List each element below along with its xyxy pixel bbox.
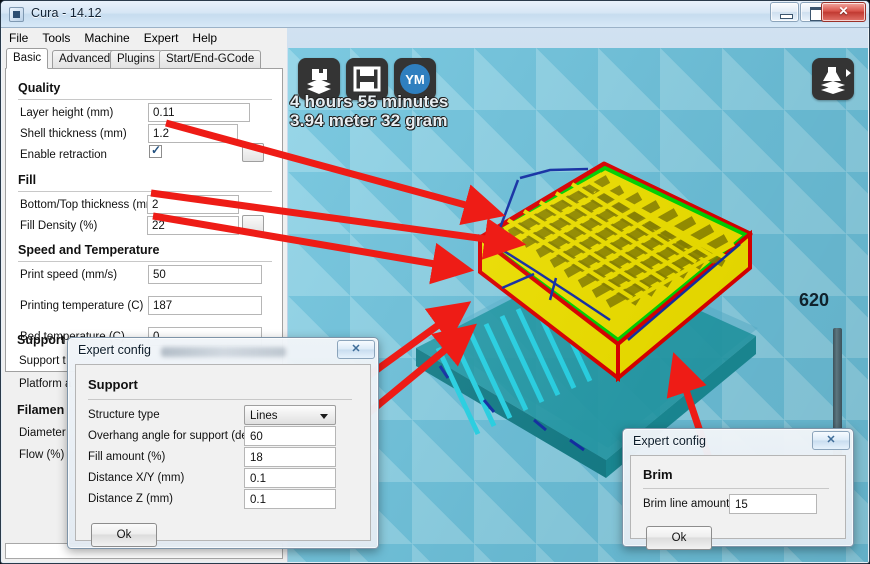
label-support-type: Support t [19,355,66,367]
brim-dialog-close-button[interactable] [812,431,850,450]
support-dialog-title: Expert config [78,343,151,357]
tab-basic[interactable]: Basic [6,48,49,69]
input-printing-temperature[interactable]: 187 [148,296,262,315]
section-heading-speed-temperature: Speed and Temperature [18,243,160,257]
label-enable-retraction: Enable retraction [20,149,107,161]
input-bottom-top-thickness[interactable]: 2 [147,195,239,214]
brim-dialog-divider [643,488,829,489]
checkbox-enable-retraction[interactable] [149,143,162,158]
menu-item-machine[interactable]: Machine [77,28,136,47]
label-diameter: Diameter [19,427,66,439]
support-expert-config-dialog: Expert config Support Structure type Lin… [67,337,379,549]
input-support-fill-amount[interactable]: 18 [244,447,336,467]
label-distance-xy: Distance X/Y (mm) [88,472,185,484]
window-titlebar: Cura - 14.12 [1,1,869,28]
input-layer-height[interactable]: 0.11 [148,103,250,122]
support-dialog-titlebar: Expert config [68,338,378,364]
close-button[interactable] [821,2,866,22]
fill-density-expert-button[interactable] [242,215,264,234]
section-heading-quality: Quality [18,81,61,95]
label-printing-temperature: Printing temperature (C) [20,300,144,312]
minimize-button[interactable] [770,2,799,22]
label-support-fill-amount: Fill amount (%) [88,451,166,463]
support-dialog-close-button[interactable] [337,340,375,359]
label-bottom-top-thickness: Bottom/Top thickness (mm) [20,199,160,211]
brim-dialog-ok-button[interactable]: Ok [646,526,712,550]
label-flow: Flow (%) [19,449,65,461]
input-overhang-angle[interactable]: 60 [244,426,336,446]
support-dialog-heading: Support [88,377,138,392]
label-structure-type: Structure type [88,409,160,421]
input-brim-line-amount[interactable]: 15 [729,494,817,514]
brim-dialog-heading: Brim [643,467,673,482]
tab-plugins[interactable]: Plugins [110,50,162,68]
support-dialog-blurred-text [161,347,286,357]
support-dialog-body: Support Structure type Lines Overhang an… [75,364,371,547]
section-heading-fill: Fill [18,173,37,187]
select-structure-type-value: Lines [250,410,278,422]
input-distance-xy[interactable]: 0.1 [244,468,336,488]
section-divider-speed [18,261,272,262]
application-window: Cura - 14.12 File Tools Machine Expert H… [0,0,870,564]
layers-view-icon [821,67,851,94]
section-divider-fill [18,191,272,192]
label-print-speed: Print speed (mm/s) [20,269,118,281]
label-shell-thickness: Shell thickness (mm) [20,128,127,140]
section-heading-support: Support [17,333,65,347]
section-divider-quality [18,99,272,100]
input-shell-thickness[interactable]: 1.2 [148,124,238,143]
input-fill-density[interactable]: 22 [147,216,239,235]
chevron-down-icon [320,414,328,419]
print-stats: 4 hours 55 minutes 3.94 meter 32 gram [290,92,449,130]
select-structure-type[interactable]: Lines [244,405,336,425]
section-heading-filament: Filamen [17,403,65,417]
brim-dialog-title: Expert config [633,434,706,448]
menu-item-file[interactable]: File [2,28,35,47]
retraction-expert-button[interactable] [242,143,264,162]
brim-dialog-body: Brim Brim line amount 15 Ok [630,455,846,550]
menu-item-tools[interactable]: Tools [35,28,77,47]
brim-dialog-titlebar: Expert config [623,429,853,455]
label-distance-z: Distance Z (mm) [88,493,173,505]
print-material: 3.94 meter 32 gram [290,111,448,130]
menu-item-expert[interactable]: Expert [137,28,186,47]
menu-bar: File Tools Machine Expert Help [2,28,287,48]
layer-number-label: 620 [798,290,829,310]
label-fill-density: Fill Density (%) [20,220,98,232]
tab-start-end-gcode[interactable]: Start/End-GCode [159,50,262,68]
label-brim-line-amount: Brim line amount [643,498,730,510]
input-print-speed[interactable]: 50 [148,265,262,284]
label-overhang-angle: Overhang angle for support (deg) [88,430,259,442]
brim-expert-config-dialog: Expert config Brim Brim line amount 15 O… [622,428,854,550]
menu-item-help[interactable]: Help [185,28,224,47]
app-icon [9,7,24,22]
input-distance-z[interactable]: 0.1 [244,489,336,509]
settings-scroll-area: Quality Layer height (mm) 0.11 Shell thi… [5,68,283,372]
support-dialog-ok-button[interactable]: Ok [91,523,157,547]
support-dialog-divider [88,399,352,400]
label-platform-adhesion: Platform a [19,378,72,390]
svg-text:YM: YM [405,72,425,87]
print-time: 4 hours 55 minutes [290,92,449,111]
label-layer-height: Layer height (mm) [20,107,114,119]
view-mode-button[interactable] [812,58,854,100]
window-title: Cura - 14.12 [31,6,102,20]
tab-strip: Basic Advanced Plugins Start/End-GCode [2,48,287,69]
tab-advanced[interactable]: Advanced [52,50,118,68]
